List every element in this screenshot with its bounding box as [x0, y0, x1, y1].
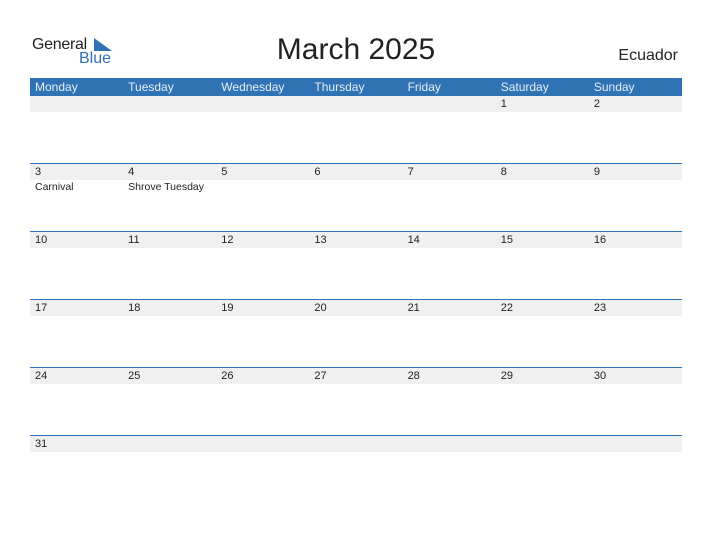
holiday-label: Shrove Tuesday: [128, 181, 205, 193]
weekday-saturday: Saturday: [500, 80, 549, 94]
day-number: 4: [128, 166, 135, 178]
day-number: [216, 436, 309, 452]
day-number: [30, 96, 123, 112]
day-number: [123, 96, 216, 112]
week-row: 24 25 26 27 28 29 30: [30, 367, 682, 435]
weekday-friday: Friday: [407, 80, 441, 94]
day-number: [123, 436, 216, 452]
day-number: 8: [500, 166, 507, 178]
holiday-label: [309, 180, 402, 194]
day-number: 29: [500, 370, 513, 382]
day-number: 31: [35, 438, 48, 450]
holiday-label: [589, 180, 682, 194]
weekday-header: Monday Tuesday Wednesday Thursday Friday…: [30, 78, 682, 96]
day-number: 17: [35, 302, 48, 314]
day-number: 1: [500, 98, 507, 110]
day-number: 15: [500, 234, 513, 246]
day-number: 30: [593, 370, 607, 382]
day-number: 14: [407, 234, 420, 246]
page-title: March 2025: [276, 33, 436, 66]
week-row: 3 4 5 6 7 8 9 Carnival Shrove Tuesday: [30, 163, 682, 231]
day-number-bar: 17 18 19 20 21 22 23: [30, 300, 682, 316]
day-number: 16: [593, 234, 607, 246]
day-number-bar: 12: [30, 96, 682, 112]
day-number: 18: [128, 302, 141, 314]
holiday-label: [216, 180, 309, 194]
day-number: [309, 436, 402, 452]
day-number: 2: [593, 98, 600, 110]
day-number: 5: [221, 166, 228, 178]
day-number: [309, 96, 402, 112]
day-number: [216, 96, 309, 112]
holiday-label: [403, 180, 496, 194]
day-number: 21: [407, 302, 420, 314]
day-number: 19: [221, 302, 234, 314]
day-number: 9: [593, 166, 600, 178]
day-number: 23: [593, 302, 607, 314]
day-number: [403, 436, 496, 452]
day-number-bar: 10 11 12 13 14 15 16: [30, 232, 682, 248]
day-number: [496, 436, 589, 452]
day-number: 20: [314, 302, 327, 314]
day-number: 3: [35, 166, 42, 178]
week-row: 10 11 12 13 14 15 16: [30, 231, 682, 299]
day-number: 10: [35, 234, 48, 246]
day-number-bar: 3 4 5 6 7 8 9: [30, 164, 682, 180]
weekday-wednesday: Wednesday: [221, 80, 285, 94]
day-number-bar: 24 25 26 27 28 29 30: [30, 368, 682, 384]
day-number: [589, 436, 682, 452]
week-row: 12: [30, 96, 682, 163]
day-number: 26: [221, 370, 234, 382]
weekday-thursday: Thursday: [314, 80, 365, 94]
day-number: 13: [314, 234, 327, 246]
week-row: 17 18 19 20 21 22 23: [30, 299, 682, 367]
country-label: Ecuador: [618, 47, 678, 64]
day-number: 25: [128, 370, 141, 382]
day-number: 6: [314, 166, 321, 178]
weekday-monday: Monday: [35, 80, 78, 94]
calendar-grid: Monday Tuesday Wednesday Thursday Friday…: [30, 78, 682, 503]
weekday-tuesday: Tuesday: [128, 80, 174, 94]
day-number-bar: 31: [30, 436, 682, 452]
day-number: 22: [500, 302, 513, 314]
day-number: [403, 96, 496, 112]
day-number: 12: [221, 234, 234, 246]
week-row: 31: [30, 435, 682, 503]
holiday-label: [496, 180, 589, 194]
day-number: 11: [128, 234, 140, 246]
holiday-label: Carnival: [35, 181, 74, 193]
day-number: 28: [407, 370, 420, 382]
events-row: Carnival Shrove Tuesday: [30, 180, 682, 194]
day-number: 24: [35, 370, 48, 382]
day-number: 7: [407, 166, 414, 178]
day-number: 27: [314, 370, 327, 382]
weekday-sunday: Sunday: [593, 80, 635, 94]
